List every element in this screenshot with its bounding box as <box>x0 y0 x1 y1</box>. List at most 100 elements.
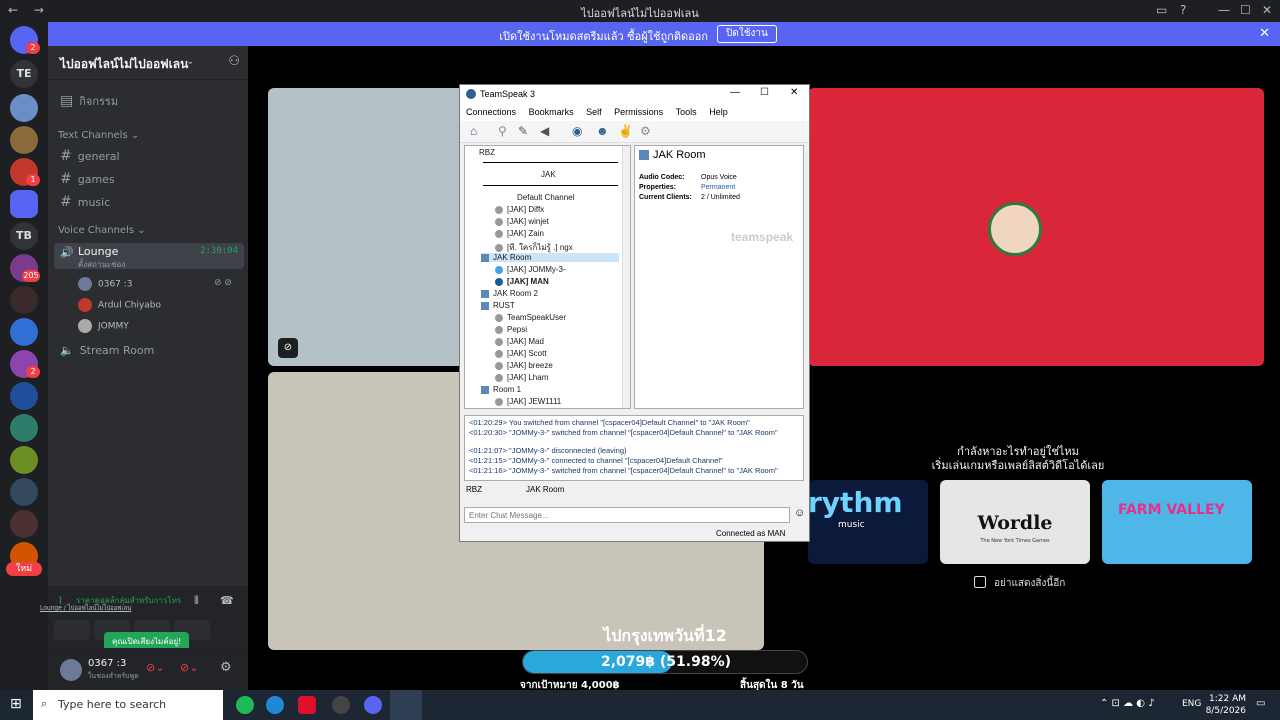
server-icon[interactable] <box>10 382 38 410</box>
gear-icon[interactable]: ⚙ <box>220 660 232 675</box>
avatar[interactable] <box>60 659 82 681</box>
channel-games[interactable]: # games <box>60 171 115 187</box>
disable-streamer-mode-button[interactable]: ปิดใช้งาน <box>717 25 777 43</box>
channel-general[interactable]: # general <box>60 148 120 164</box>
menu-self[interactable]: Self <box>586 107 602 117</box>
mute-mic-icon[interactable]: ✎ <box>518 124 528 138</box>
lounge-status[interactable]: ตั้งสถานะช่อง <box>78 258 125 271</box>
tree-user[interactable]: [JAK] Diffx <box>495 205 544 214</box>
edge-icon[interactable] <box>266 696 284 714</box>
close-window-button[interactable]: ✕ <box>1262 3 1272 17</box>
guild-header[interactable]: ไปออฟไลน์ไม่ไปออฟเลน ⌄ ⚇ <box>48 46 248 80</box>
subscribe-icon[interactable]: ✌ <box>618 124 633 138</box>
server-tb[interactable]: TB <box>10 222 38 250</box>
server-te[interactable]: TE <box>10 60 38 88</box>
menu-permissions[interactable]: Permissions <box>614 107 663 117</box>
tree-user[interactable]: [JAK] Mad <box>495 337 544 346</box>
user-tile[interactable] <box>808 88 1264 366</box>
taskbar-search[interactable]: ⌕ Type here to search <box>33 690 223 720</box>
voice-category[interactable]: Voice Channels ⌄ <box>58 225 146 236</box>
voice-user[interactable]: Ardul Chiyabo <box>78 298 161 312</box>
help-icon[interactable]: ? <box>1180 3 1186 17</box>
server-icon[interactable] <box>10 286 38 314</box>
tree-scrollbar[interactable] <box>622 146 630 408</box>
mute-mic-icon[interactable]: ⊘⌄ <box>146 661 164 674</box>
server-icon[interactable] <box>10 126 38 154</box>
server-icon[interactable] <box>10 414 38 442</box>
deafen-icon[interactable]: ⊘⌄ <box>180 661 198 674</box>
gear-icon[interactable]: ⚙ <box>640 124 651 138</box>
camera-off-icon[interactable]: ⊘ <box>278 338 298 358</box>
server-icon[interactable] <box>10 318 38 346</box>
events-link[interactable]: ▤ กิจกรรม <box>60 92 118 110</box>
ts-tab-jak-room[interactable]: JAK Room <box>526 485 564 499</box>
tree-user[interactable]: [JAK] JEW1111 <box>495 397 561 406</box>
contacts-icon[interactable]: ☻ <box>596 124 609 138</box>
noise-suppression-icon[interactable]: ⦀ <box>194 594 199 608</box>
discord-icon[interactable] <box>364 696 382 714</box>
text-category[interactable]: Text Channels ⌄ <box>58 130 139 141</box>
voice-channel-stream-room[interactable]: 🔈 Stream Room <box>60 344 154 357</box>
tree-user[interactable]: [JAK] Zain <box>495 229 544 238</box>
connect-icon[interactable]: ⌂ <box>470 124 477 138</box>
disconnect-icon[interactable]: ☎ <box>220 594 234 607</box>
ts-tab-rbz[interactable]: RBZ <box>466 485 482 499</box>
tree-user[interactable]: [JAK] breeze <box>495 361 553 370</box>
chat-input[interactable] <box>464 507 790 523</box>
menu-tools[interactable]: Tools <box>676 107 697 117</box>
emoji-icon[interactable]: ☺ <box>794 507 805 519</box>
maximize-button[interactable]: ☐ <box>760 87 769 98</box>
clock-time[interactable]: 1:22 AM <box>1206 694 1246 704</box>
game-card-rythm[interactable]: rythm music <box>808 480 928 564</box>
camera-off-button[interactable] <box>54 620 90 640</box>
menu-connections[interactable]: Connections <box>466 107 516 117</box>
add-user-icon[interactable]: ⚇ <box>228 54 240 69</box>
tree-server[interactable]: RBZ <box>479 148 495 157</box>
disconnect-icon[interactable]: ⚲ <box>498 124 507 138</box>
voice-user[interactable]: 0367 :3 <box>78 277 133 291</box>
voice-location[interactable]: Lounge / ไปออฟไลน์ไม่ไปออฟเลน <box>40 603 142 614</box>
dont-show-checkbox[interactable] <box>974 576 986 588</box>
tree-user[interactable]: TeamSpeakUser <box>495 313 566 322</box>
maximize-button[interactable]: ☐ <box>1240 3 1251 17</box>
minimize-button[interactable]: — <box>730 87 740 98</box>
language-indicator[interactable]: ENG <box>1182 699 1201 709</box>
mute-speaker-icon[interactable]: ◀ <box>540 124 549 138</box>
tree-default-channel[interactable]: Default Channel <box>517 193 574 202</box>
tree-user[interactable]: [JAK] Scott <box>495 349 547 358</box>
inbox-icon[interactable]: ▭ <box>1156 3 1167 17</box>
tree-user[interactable]: [JAK] Lham <box>495 373 548 382</box>
tree-user[interactable]: Pepsi <box>495 325 527 334</box>
tree-jak-room-2[interactable]: JAK Room 2 <box>481 289 538 298</box>
close-icon[interactable]: ✕ <box>1259 26 1270 41</box>
tree-jak-room[interactable]: JAK Room <box>481 253 619 262</box>
windows-start-icon[interactable]: ⊞ <box>10 696 22 712</box>
tree-user[interactable]: [JAK] winjet <box>495 217 549 226</box>
tree-room1[interactable]: Room 1 <box>481 385 521 394</box>
tree-spacer[interactable]: JAK <box>541 170 556 179</box>
tree-user[interactable]: [JAK] JOMMy-3- <box>495 265 566 274</box>
server-icon[interactable] <box>10 510 38 538</box>
app-icon[interactable] <box>332 696 350 714</box>
game-card-farm[interactable]: FARM VALLEY <box>1102 480 1252 564</box>
game-card-wordle[interactable]: Wordle The New York Times Games <box>940 480 1090 564</box>
app-icon[interactable] <box>298 696 316 714</box>
channel-music[interactable]: # music <box>60 194 110 210</box>
tray-icons[interactable]: ⌃ ⊡ ☁ ◐ ♪ <box>1100 698 1155 709</box>
server-icon[interactable] <box>10 446 38 474</box>
voice-channel-lounge[interactable]: 🔊 Lounge 2:30:04 ตั้งสถานะช่อง <box>54 243 244 269</box>
menu-bookmarks[interactable]: Bookmarks <box>529 107 574 117</box>
spotify-icon[interactable] <box>236 696 254 714</box>
minimize-button[interactable]: — <box>1218 3 1230 17</box>
voice-user[interactable]: JOMMY <box>78 319 129 333</box>
server-icon[interactable] <box>10 478 38 506</box>
close-button[interactable]: ✕ <box>790 87 798 98</box>
server-icon-active[interactable] <box>10 190 38 218</box>
teamspeak-taskbar-icon[interactable] <box>390 690 422 720</box>
menu-help[interactable]: Help <box>709 107 728 117</box>
tree-user-self[interactable]: [JAK] MAN <box>495 277 549 286</box>
away-icon[interactable]: ◉ <box>572 124 582 138</box>
clock-date[interactable]: 8/5/2026 <box>1200 706 1246 716</box>
tree-rust[interactable]: RUST <box>481 301 515 310</box>
server-icon[interactable] <box>10 94 38 122</box>
